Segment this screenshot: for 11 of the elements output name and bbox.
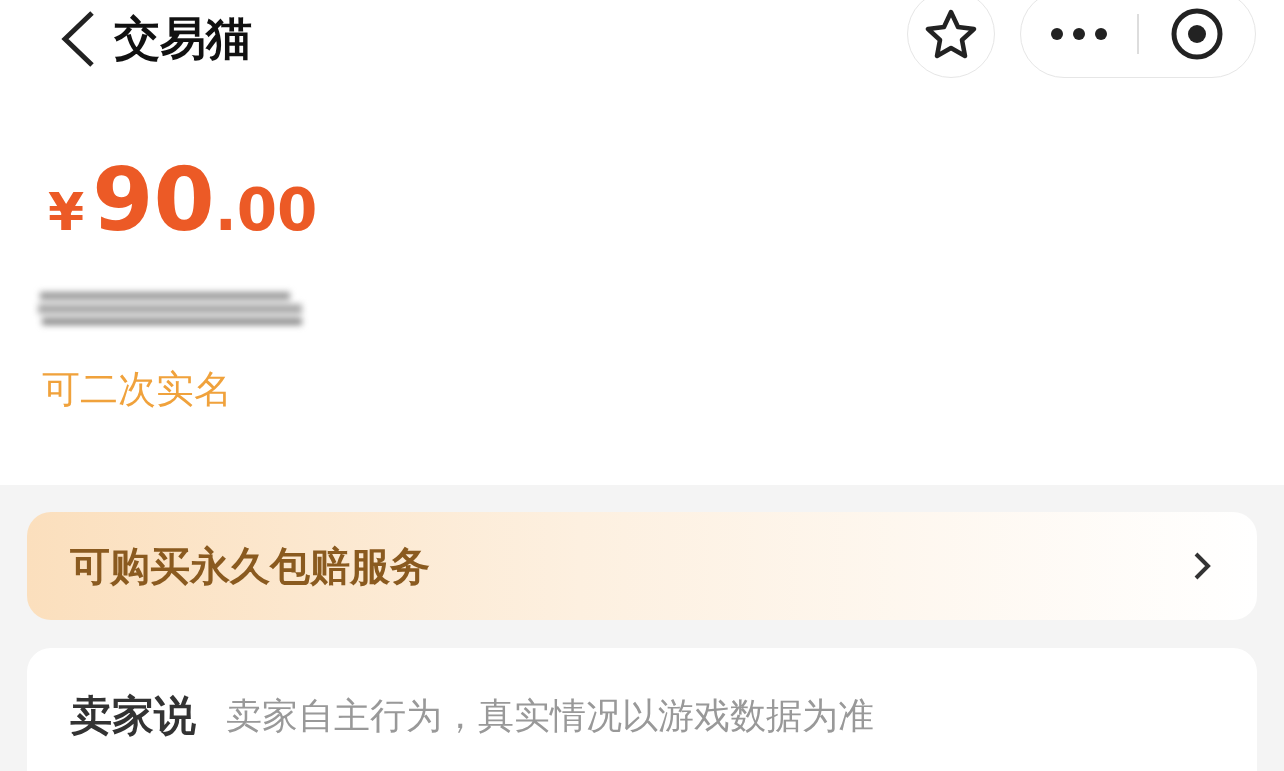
star-icon (925, 9, 977, 59)
price: ¥90.00 (48, 156, 319, 244)
service-banner[interactable]: 可购买永久包赔服务 (27, 512, 1257, 620)
back-icon[interactable] (60, 10, 96, 68)
page-title: 交易猫 (114, 10, 252, 67)
target-icon (1170, 7, 1224, 61)
section-title: 卖家说 (70, 690, 196, 742)
section-note: 卖家自主行为，真实情况以游戏数据为准 (226, 694, 874, 738)
tag-label: 可二次实名 (42, 366, 232, 413)
more-icon (1050, 27, 1108, 41)
chevron-right-icon (1193, 551, 1211, 581)
